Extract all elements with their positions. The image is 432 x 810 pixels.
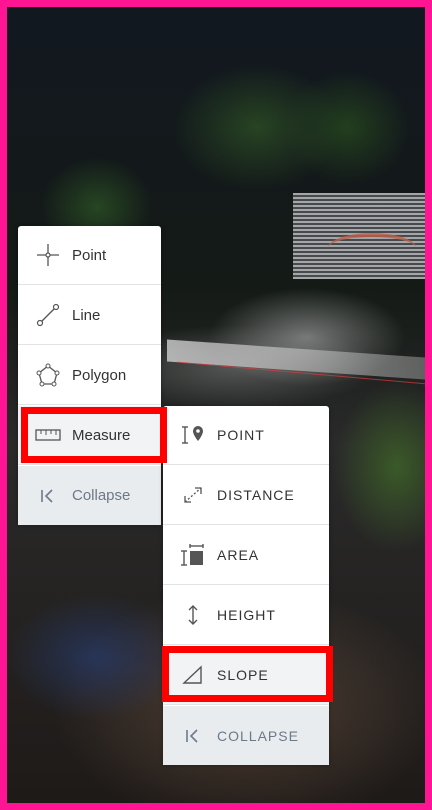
collapse-left-icon	[179, 722, 207, 750]
tool-line-label: Line	[72, 306, 101, 324]
measure-menu: POINT DISTANCE AREA HEIGHT SLOPE COLLAPS…	[163, 406, 329, 765]
measure-point-label: POINT	[217, 427, 265, 443]
measure-slope[interactable]: SLOPE	[163, 646, 329, 705]
collapse-left-icon	[34, 482, 62, 510]
measure-point[interactable]: POINT	[163, 406, 329, 465]
measure-distance[interactable]: DISTANCE	[163, 466, 329, 525]
distance-icon	[179, 481, 207, 509]
tool-point[interactable]: Point	[18, 226, 161, 285]
ruler-icon	[34, 421, 62, 449]
measure-area[interactable]: AREA	[163, 526, 329, 585]
measure-height[interactable]: HEIGHT	[163, 586, 329, 645]
point-cloud-road	[167, 339, 425, 381]
tools-menu: Point Line Polygon Measure Collapse	[18, 226, 161, 525]
measure-slope-label: SLOPE	[217, 667, 269, 683]
measure-collapse-label: COLLAPSE	[217, 727, 299, 744]
measure-distance-label: DISTANCE	[217, 487, 295, 503]
tool-measure[interactable]: Measure	[18, 406, 161, 465]
measure-area-label: AREA	[217, 547, 260, 563]
measure-collapse-button[interactable]: COLLAPSE	[163, 706, 329, 765]
tool-line[interactable]: Line	[18, 286, 161, 345]
line-segment-icon	[34, 301, 62, 329]
tool-point-label: Point	[72, 246, 107, 264]
slope-triangle-icon	[179, 661, 207, 689]
height-arrow-icon	[179, 601, 207, 629]
point-marker-icon	[179, 421, 207, 449]
tools-collapse-button[interactable]: Collapse	[18, 466, 161, 525]
tool-polygon[interactable]: Polygon	[18, 346, 161, 405]
polygon-icon	[34, 361, 62, 389]
point-cloud-arch	[327, 233, 417, 265]
tools-collapse-label: Collapse	[72, 487, 131, 504]
area-icon	[179, 541, 207, 569]
tool-polygon-label: Polygon	[72, 366, 127, 384]
measure-height-label: HEIGHT	[217, 607, 276, 623]
crosshair-icon	[34, 241, 62, 269]
tool-measure-label: Measure	[72, 426, 131, 444]
